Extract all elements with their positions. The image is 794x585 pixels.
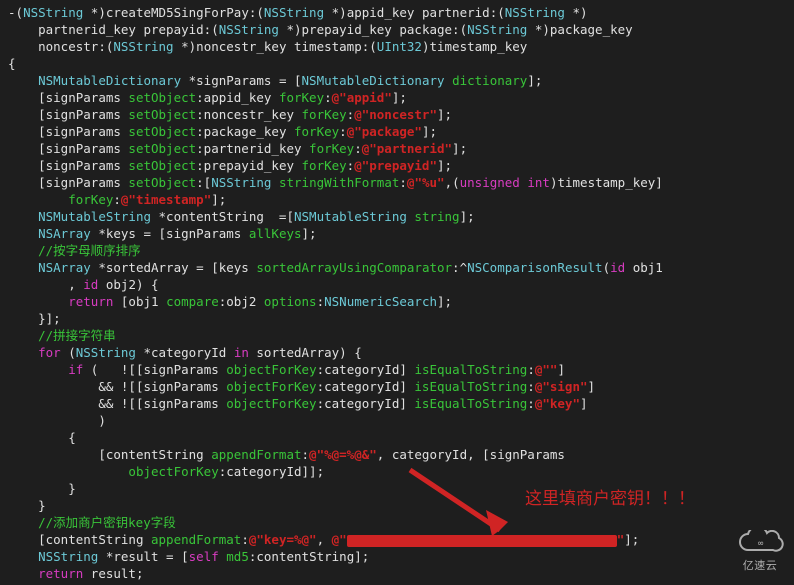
redacted-secret <box>347 535 617 547</box>
svg-text:∞: ∞ <box>758 539 764 549</box>
cloud-icon: ∞ <box>736 530 784 556</box>
watermark: ∞ 亿速云 <box>736 530 784 575</box>
code-block: -(NSString *)createMD5SingForPay:(NSStri… <box>8 4 786 582</box>
watermark-text: 亿速云 <box>736 558 784 575</box>
